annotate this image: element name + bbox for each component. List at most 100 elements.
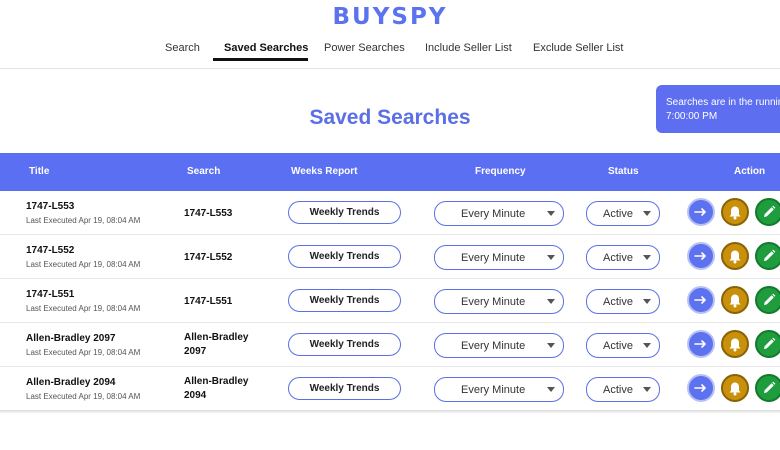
bell-icon <box>729 382 741 395</box>
row-search-line-1: 1747-L552 <box>184 252 233 263</box>
header-title: Title <box>29 166 50 177</box>
weekly-trends-button[interactable]: Weekly Trends <box>288 289 401 312</box>
bell-icon <box>729 206 741 219</box>
status-select[interactable]: Active <box>586 201 660 226</box>
status-value: Active <box>603 339 633 352</box>
pencil-icon <box>764 249 776 261</box>
bell-icon <box>729 250 741 263</box>
chevron-down-icon <box>643 211 651 216</box>
status-select[interactable]: Active <box>586 333 660 358</box>
chevron-down-icon <box>547 387 555 392</box>
row-title: 1747-L552 <box>26 245 75 256</box>
arrow-right-icon <box>694 296 706 304</box>
saved-searches-table: Title Search Weeks Report Frequency Stat… <box>0 153 780 411</box>
alert-button[interactable] <box>721 286 749 314</box>
row-last-executed: Last Executed Apr 19, 08:04 AM <box>26 260 141 269</box>
chevron-down-icon <box>547 343 555 348</box>
chevron-down-icon <box>547 211 555 216</box>
row-title: 1747-L553 <box>26 201 75 212</box>
arrow-right-icon <box>694 252 706 260</box>
edit-button[interactable] <box>755 330 780 358</box>
pencil-icon <box>764 381 776 393</box>
table-bottom-shadow <box>0 410 780 414</box>
bell-icon <box>729 294 741 307</box>
row-search-term: 1747-L553 <box>184 207 274 221</box>
row-search-line-2: 2094 <box>184 390 207 401</box>
frequency-select[interactable]: Every Minute <box>434 201 564 226</box>
running-notice: Searches are in the running 7:00:00 PM <box>656 85 780 133</box>
frequency-value: Every Minute <box>461 339 526 352</box>
header-status: Status <box>608 166 639 177</box>
table-body: 1747-L553 Last Executed Apr 19, 08:04 AM… <box>0 191 780 411</box>
running-notice-time: 7:00:00 PM <box>666 111 718 122</box>
frequency-select[interactable]: Every Minute <box>434 377 564 402</box>
frequency-value: Every Minute <box>461 383 526 396</box>
chevron-down-icon <box>547 255 555 260</box>
nav-tab-power-searches[interactable]: Power Searches <box>324 42 405 54</box>
run-search-button[interactable] <box>687 242 715 270</box>
nav-tab-saved-searches[interactable]: Saved Searches <box>224 42 308 54</box>
frequency-select[interactable]: Every Minute <box>434 245 564 270</box>
header-search: Search <box>187 166 221 177</box>
chevron-down-icon <box>643 255 651 260</box>
weekly-trends-button[interactable]: Weekly Trends <box>288 333 401 356</box>
run-search-button[interactable] <box>687 330 715 358</box>
status-value: Active <box>603 295 633 308</box>
status-select[interactable]: Active <box>586 245 660 270</box>
status-value: Active <box>603 383 633 396</box>
edit-button[interactable] <box>755 374 780 402</box>
alert-button[interactable] <box>721 242 749 270</box>
table-row: 1747-L553 Last Executed Apr 19, 08:04 AM… <box>0 191 780 235</box>
frequency-value: Every Minute <box>461 295 526 308</box>
weekly-trends-button[interactable]: Weekly Trends <box>288 245 401 268</box>
row-last-executed: Last Executed Apr 19, 08:04 AM <box>26 304 141 313</box>
edit-button[interactable] <box>755 242 780 270</box>
table-row: 1747-L552 Last Executed Apr 19, 08:04 AM… <box>0 235 780 279</box>
bell-icon <box>729 338 741 351</box>
chevron-down-icon <box>547 299 555 304</box>
row-search-line-1: Allen-Bradley <box>184 376 249 387</box>
frequency-select[interactable]: Every Minute <box>434 289 564 314</box>
row-search-line-1: Allen-Bradley <box>184 332 249 343</box>
frequency-select[interactable]: Every Minute <box>434 333 564 358</box>
header-weeks-report: Weeks Report <box>291 166 358 177</box>
weekly-trends-button[interactable]: Weekly Trends <box>288 377 401 400</box>
row-search-line-1: 1747-L551 <box>184 296 233 307</box>
weekly-trends-button[interactable]: Weekly Trends <box>288 201 401 224</box>
nav-tab-include-seller-list[interactable]: Include Seller List <box>425 42 512 54</box>
arrow-right-icon <box>694 384 706 392</box>
alert-button[interactable] <box>721 198 749 226</box>
nav-tab-search[interactable]: Search <box>165 42 200 54</box>
table-row: 1747-L551 Last Executed Apr 19, 08:04 AM… <box>0 279 780 323</box>
row-search-line-2: 2097 <box>184 346 207 357</box>
table-header: Title Search Weeks Report Frequency Stat… <box>0 153 780 191</box>
chevron-down-icon <box>643 343 651 348</box>
nav-tab-exclude-seller-list[interactable]: Exclude Seller List <box>533 42 624 54</box>
row-last-executed: Last Executed Apr 19, 08:04 AM <box>26 216 141 225</box>
pencil-icon <box>764 293 776 305</box>
status-select[interactable]: Active <box>586 377 660 402</box>
pencil-icon <box>764 205 776 217</box>
app-logo[interactable]: BUYSPY <box>0 4 780 30</box>
edit-button[interactable] <box>755 198 780 226</box>
header-frequency: Frequency <box>475 166 526 177</box>
table-row: Allen-Bradley 2094 Last Executed Apr 19,… <box>0 367 780 411</box>
row-title: Allen-Bradley 2094 <box>26 377 116 388</box>
chevron-down-icon <box>643 387 651 392</box>
nav-divider <box>0 68 780 69</box>
frequency-value: Every Minute <box>461 251 526 264</box>
run-search-button[interactable] <box>687 374 715 402</box>
row-search-term: Allen-Bradley 2094 <box>184 375 274 403</box>
header-action: Action <box>734 166 766 177</box>
arrow-right-icon <box>694 208 706 216</box>
run-search-button[interactable] <box>687 286 715 314</box>
running-notice-text: Searches are in the running <box>666 97 780 108</box>
status-select[interactable]: Active <box>586 289 660 314</box>
alert-button[interactable] <box>721 374 749 402</box>
row-last-executed: Last Executed Apr 19, 08:04 AM <box>26 348 141 357</box>
chevron-down-icon <box>643 299 651 304</box>
alert-button[interactable] <box>721 330 749 358</box>
arrow-right-icon <box>694 340 706 348</box>
edit-button[interactable] <box>755 286 780 314</box>
run-search-button[interactable] <box>687 198 715 226</box>
